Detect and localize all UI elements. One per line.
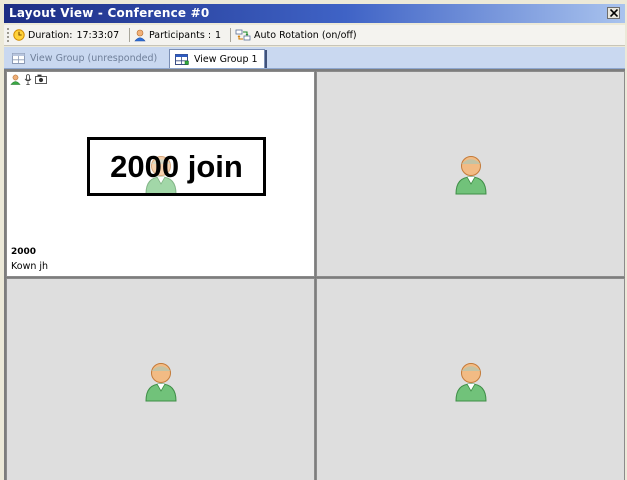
video-cell-3[interactable] [6, 278, 315, 480]
participant-placeholder-icon [454, 363, 487, 402]
cell-status-icons [10, 74, 47, 85]
auto-rotation-button[interactable]: Auto Rotation (on/off) [235, 27, 357, 43]
participant-icon [134, 29, 146, 41]
grid-view-icon [12, 52, 25, 64]
grid-view-icon [175, 53, 189, 65]
participant-placeholder-icon [454, 156, 487, 195]
toolbar: Duration: 17:33:07 Participants : 1 Auto… [4, 25, 625, 46]
duration-label: Duration: [28, 29, 73, 41]
tab-view-group-unresponded[interactable]: View Group (unresponded) [7, 49, 163, 67]
close-button[interactable] [607, 7, 620, 19]
clock-icon [13, 29, 25, 41]
participants-label: Participants : [149, 29, 212, 41]
video-layout-grid: 2000 Kown jh 2000 join [4, 69, 625, 480]
toolbar-separator [230, 28, 231, 42]
join-notification: 2000 join [87, 137, 266, 196]
duration-display: Duration: 17:33:07 [13, 27, 119, 43]
title-bar[interactable]: Layout View - Conference #0 [4, 4, 625, 23]
auto-rotation-label: Auto Rotation (on/off) [254, 29, 357, 41]
auto-rotation-icon [235, 29, 251, 40]
participants-count: 1 [215, 29, 222, 41]
tab-view-group-1[interactable]: View Group 1 [169, 49, 267, 68]
window-title: Layout View - Conference #0 [9, 6, 210, 20]
video-cell-4[interactable] [316, 278, 625, 480]
camera-icon [35, 74, 47, 84]
participant-icon [10, 74, 21, 85]
participant-number: 2000 [11, 247, 37, 257]
participant-placeholder-icon [144, 363, 177, 402]
tab-label: View Group 1 [194, 53, 258, 65]
join-notification-text: 2000 join [110, 148, 243, 184]
toolbar-grip[interactable] [7, 28, 9, 42]
close-icon [610, 9, 618, 17]
layout-view-window: Layout View - Conference #0 Duration: 17… [0, 0, 627, 480]
video-cell-2[interactable] [316, 71, 625, 277]
toolbar-separator [129, 28, 130, 42]
participant-name: Kown jh [11, 261, 49, 272]
video-cell-1[interactable]: 2000 Kown jh 2000 join [6, 71, 315, 277]
microphone-icon [24, 74, 32, 85]
view-group-tabs: View Group (unresponded) View Group 1 [4, 47, 625, 69]
tab-label: View Group (unresponded) [30, 52, 158, 64]
participants-display: Participants : 1 [134, 27, 221, 43]
duration-value: 17:33:07 [76, 29, 120, 41]
